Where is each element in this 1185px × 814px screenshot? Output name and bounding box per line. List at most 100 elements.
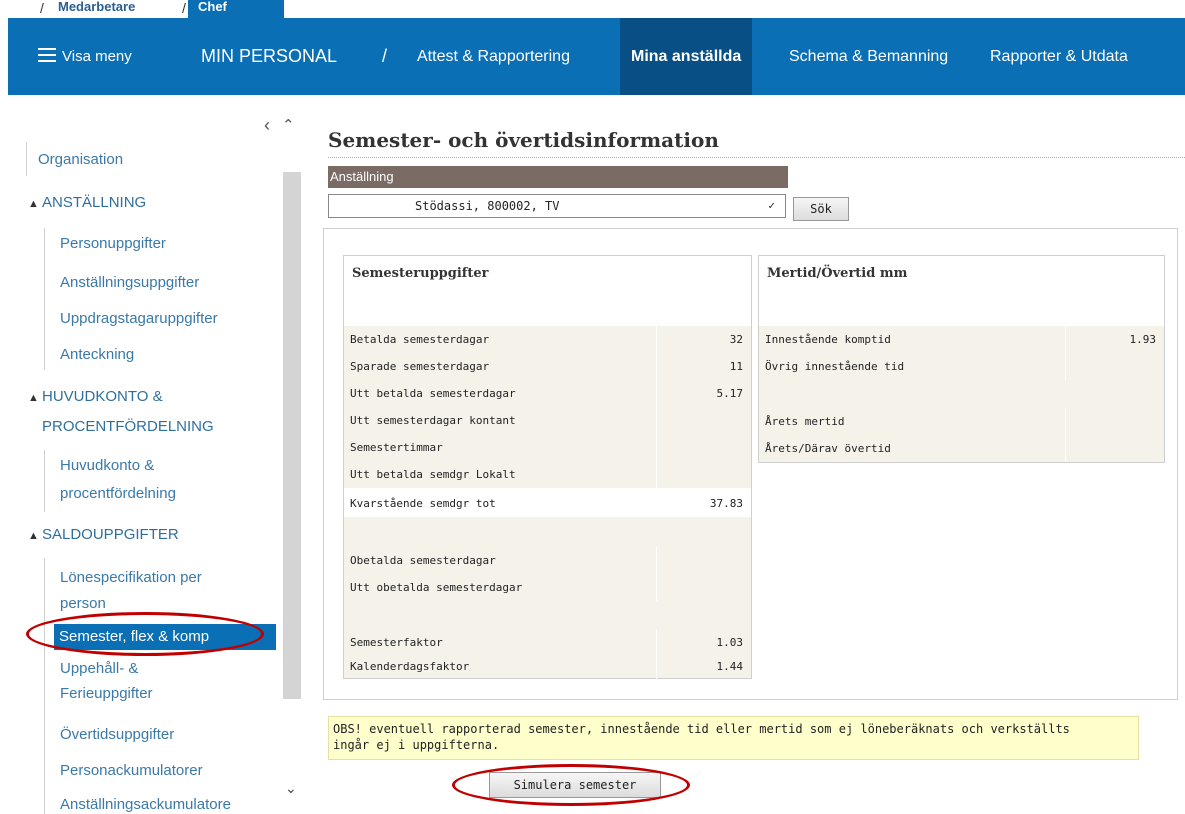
row-label: Utt betalda semdgr Lokalt [350,468,516,481]
row-value: 1.93 [1065,326,1164,353]
row-value [1065,435,1164,462]
divider [44,558,45,814]
page-title: Semester- och övertidsinformation [328,128,719,152]
vacation-box: Semesteruppgifter Betalda semesterdagar … [343,255,752,683]
group-label: HUVUDKONTO & [42,388,163,405]
row-value: 5.17 [656,380,751,407]
main-navbar: Visa meny MIN PERSONAL / Attest & Rappor… [8,18,1185,95]
chevron-up-icon: ▲ [28,198,39,210]
sidebar-item-overtidsuppgifter[interactable]: Övertidsuppgifter [60,724,174,746]
overtime-box-title: Mertid/Övertid mm [767,266,908,281]
menu-toggle-button[interactable]: Visa meny [38,18,132,95]
row-value: 1.03 [656,629,751,656]
table-row: Utt semesterdagar kontant [344,407,751,434]
row-label: Sparade semesterdagar [350,360,490,373]
menu-toggle-label: Visa meny [62,48,132,65]
chevron-down-icon[interactable]: ⌄ [285,780,297,797]
sidebar-item-huvudkonto-line2[interactable]: procentfördelning [60,483,176,505]
table-row: Betalda semesterdagar 32 [344,326,751,353]
nav-mina-anstallda[interactable]: Mina anställda [620,18,753,95]
sidebar-item-lonespecifikation-line2[interactable]: person [60,593,106,615]
row-value [656,547,751,574]
sidebar-item-huvudkonto[interactable]: Huvudkonto & [60,455,154,477]
table-row: Utt obetalda semesterdagar [344,574,751,601]
row-value: 37.83 [656,490,751,517]
sidebar-item-lonespecifikation[interactable]: Lönespecifikation per [60,567,202,589]
table-row: Semestertimmar [344,434,751,461]
chevron-up-icon: ▲ [28,530,39,542]
sidebar-item-anstallningsackumulatorer[interactable]: Anställningsackumulatore [60,794,231,814]
tab-medarbetare[interactable]: Medarbetare [48,0,145,18]
row-label: Kvarstående semdgr tot [350,497,496,510]
hamburger-icon [38,47,56,62]
row-label: Betalda semesterdagar [350,333,490,346]
table-row: Sparade semesterdagar 11 [344,353,751,380]
row-value [656,461,751,488]
row-label: Semesterfaktor [350,636,443,649]
nav-schema-bemanning[interactable]: Schema & Bemanning [789,18,948,95]
search-button[interactable]: Sök [793,197,849,221]
row-label: Utt semesterdagar kontant [350,414,516,427]
chevron-left-icon[interactable]: ‹ [264,115,270,136]
notice-box: OBS! eventuell rapporterad semester, inn… [328,716,1139,760]
scrollbar-thumb[interactable] [283,172,301,699]
vacation-box-title: Semesteruppgifter [352,266,489,281]
overtime-box: Mertid/Övertid mm Innestående komptid 1.… [758,255,1165,463]
divider [44,450,45,512]
sidebar-item-uppehall-line2[interactable]: Ferieuppgifter [60,683,153,705]
sidebar-item-uppdragstagaruppgifter[interactable]: Uppdragstagaruppgifter [60,308,218,330]
group-label: SALDOUPPGIFTER [42,526,179,543]
title-divider [328,157,1185,158]
nav-rapporter-utdata[interactable]: Rapporter & Utdata [990,18,1128,95]
table-row: Innestående komptid 1.93 [759,326,1164,353]
row-label: Utt betalda semesterdagar [350,387,516,400]
table-row: Kvarstående semdgr tot 37.83 [344,490,751,517]
row-label: Utt obetalda semesterdagar [350,581,523,594]
row-value: 1.44 [656,656,751,683]
row-value: 11 [656,353,751,380]
sidebar-group-anstallning[interactable]: ▲ ANSTÄLLNING [28,192,146,215]
spacer-row [344,601,751,629]
table-row: Utt betalda semesterdagar 5.17 [344,380,751,407]
sidebar-scrollbar[interactable]: ⌄ [283,142,301,814]
row-value [656,574,751,601]
employee-select[interactable]: Stödassi, 800002, TV ✓ [328,194,786,218]
info-panel: Semesteruppgifter Betalda semesterdagar … [323,228,1178,700]
sidebar: ‹ ⌃ ⌄ Organisation ▲ ANSTÄLLNING Personup… [24,112,304,814]
chevron-up-icon[interactable]: ⌃ [282,116,295,134]
row-value [656,434,751,461]
notice-line-2: ingår ej i uppgifterna. [333,738,500,752]
tab-chef[interactable]: Chef [188,0,284,18]
table-row: Semesterfaktor 1.03 [344,629,751,656]
spacer-row [759,380,1164,408]
chevron-up-icon: ▲ [28,392,39,404]
highlight-ellipse [452,764,690,806]
row-value: 32 [656,326,751,353]
sidebar-item-organisation[interactable]: Organisation [38,149,123,171]
table-row: Kalenderdagsfaktor 1.44 [344,656,751,683]
row-label: Innestående komptid [765,333,891,346]
row-value [1065,408,1164,435]
sidebar-item-personackumulatorer[interactable]: Personackumulatorer [60,760,203,782]
sidebar-group-huvudkonto[interactable]: ▲ HUVUDKONTO & [28,386,163,409]
group-label: ANSTÄLLNING [42,194,147,211]
employee-select-value: Stödassi, 800002, TV [415,199,560,213]
tab-divider: / [40,0,44,16]
sidebar-group-saldouppgifter[interactable]: ▲ SALDOUPPGIFTER [28,524,179,547]
spacer-row [344,517,751,547]
row-label: Obetalda semesterdagar [350,554,496,567]
sidebar-item-uppehall[interactable]: Uppehåll- & [60,658,138,680]
row-label: Årets/Därav övertid [765,442,891,455]
row-label: Övrig innestående tid [765,360,905,373]
table-row: Årets mertid [759,408,1164,435]
sidebar-item-anteckning[interactable]: Anteckning [60,344,134,366]
nav-attest-rapportering[interactable]: Attest & Rapportering [417,18,570,95]
row-label: Semestertimmar [350,441,443,454]
sidebar-item-personuppgifter[interactable]: Personuppgifter [60,233,166,255]
highlight-ellipse [26,612,264,656]
notice-line-1: OBS! eventuell rapporterad semester, inn… [333,722,1070,736]
row-label: Kalenderdagsfaktor [350,660,470,673]
divider [44,228,45,370]
table-row: Utt betalda semdgr Lokalt [344,461,751,488]
sidebar-item-anstallningsuppgifter[interactable]: Anställningsuppgifter [60,272,199,294]
